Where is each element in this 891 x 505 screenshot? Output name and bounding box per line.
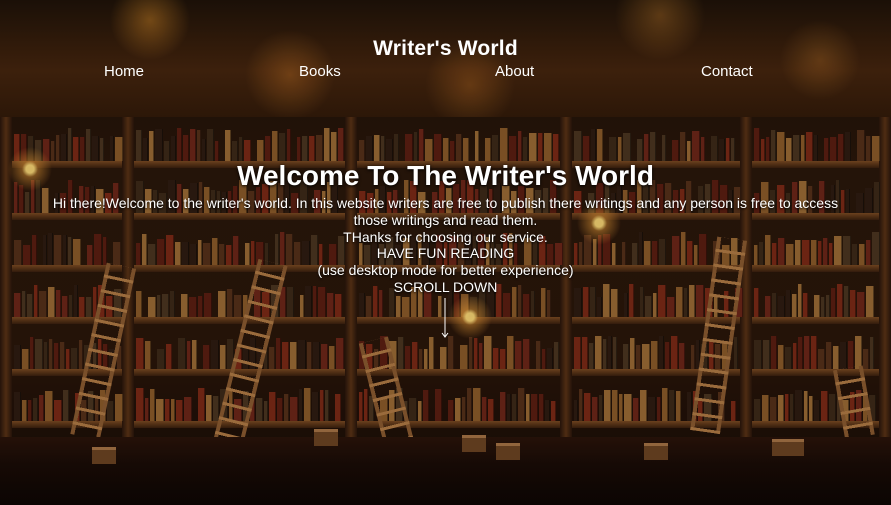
nav-books-link[interactable]: Books xyxy=(299,63,341,80)
scroll-down-label[interactable]: SCROLL DOWN xyxy=(30,279,861,296)
desktop-mode-note: (use desktop mode for better experience) xyxy=(317,262,574,278)
hero-heading: Welcome To The Writer's World xyxy=(237,160,654,191)
have-fun-text: HAVE FUN READING xyxy=(376,245,515,261)
thanks-text: THanks for choosing our service. xyxy=(343,229,548,245)
nav-about-link[interactable]: About xyxy=(495,63,534,80)
intro-text-continued: those writings and read them. xyxy=(353,212,538,228)
intro-text: Hi there!Welcome to the writer's world. … xyxy=(52,195,839,211)
down-arrow-icon[interactable] xyxy=(440,298,450,340)
nav-home-link[interactable]: Home xyxy=(104,63,144,80)
site-title: Writer's World xyxy=(373,37,518,60)
nav-contact-link[interactable]: Contact xyxy=(701,63,753,80)
